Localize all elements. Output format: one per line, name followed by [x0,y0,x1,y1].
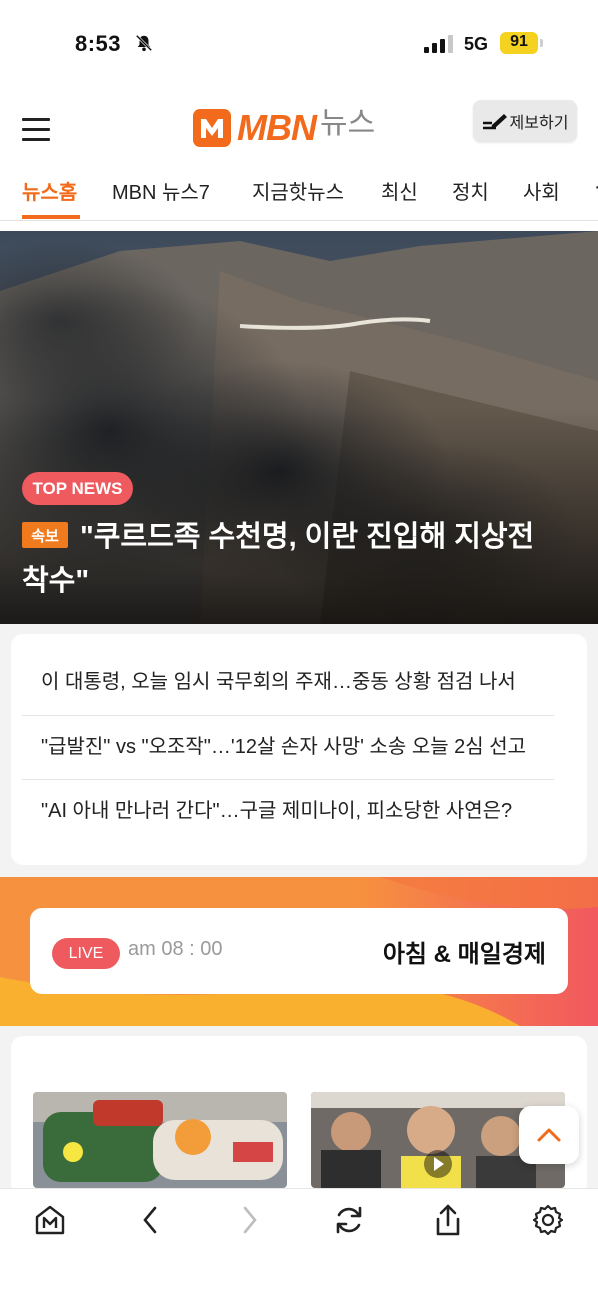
list-item[interactable]: "급발진" vs "오조작"…'12살 손자 사망' 소송 오늘 2심 선고 [22,715,554,779]
logo-mark [193,109,231,147]
home-m-icon [35,1205,65,1235]
forward-button[interactable] [230,1200,270,1240]
back-button[interactable] [130,1200,170,1240]
tab-politics[interactable]: 정치 [452,176,489,205]
live-time: am 08 : 00 [128,938,223,960]
video-thumbnail[interactable] [33,1092,287,1188]
menu-icon[interactable] [22,118,50,144]
tab-more[interactable]: · [594,176,598,199]
pen-icon [482,114,507,130]
logo-sub: 뉴스 [319,107,376,140]
hero-headline[interactable]: "쿠르드족 수천명, 이란 진입해 지상전 착수" [22,515,567,603]
forward-icon [243,1206,257,1234]
back-icon [143,1206,157,1234]
tab-mbn-news7[interactable]: MBN 뉴스7 [112,176,210,205]
status-time: 8:53 [75,31,122,56]
share-icon [436,1204,460,1236]
logo[interactable]: MBN 뉴스 [193,107,375,148]
battery-indicator: 91 [500,32,543,54]
tab-news-home[interactable]: 뉴스홈 [22,176,77,205]
tab-latest[interactable]: 최신 [381,176,418,205]
signal-icon [424,35,453,53]
bell-slash-icon [135,34,153,52]
network-label: 5G [464,34,489,54]
browser-toolbar [0,1188,598,1301]
scroll-to-top-button[interactable] [519,1106,579,1164]
report-label: 제보하기 [509,115,569,132]
home-button[interactable] [30,1200,70,1240]
refresh-button[interactable] [329,1200,369,1240]
logo-text: MBN [237,107,317,148]
live-program-title[interactable]: 아침 & 매일경제 [330,934,546,969]
nav-tabs: 뉴스홈 MBN 뉴스7 지금핫뉴스 최신 정치 사회 · [0,170,598,221]
share-button[interactable] [428,1200,468,1240]
tab-hot-news[interactable]: 지금핫뉴스 [252,176,344,205]
list-item[interactable]: 이 대통령, 오늘 임시 국무회의 주재…중동 상황 점검 나서 [22,650,554,714]
thumbnail-image [33,1092,287,1188]
tab-society[interactable]: 사회 [523,176,560,205]
list-item[interactable]: "AI 아내 만나러 간다"…구글 제미나이, 피소당한 사연은? [22,779,554,843]
battery-level: 91 [510,33,528,50]
refresh-icon [336,1206,362,1234]
live-badge: LIVE [52,938,120,969]
settings-button[interactable] [528,1200,568,1240]
top-news-badge: TOP NEWS [22,472,133,505]
status-bar: 8:53 5G 91 [0,0,598,88]
settings-icon [532,1204,564,1236]
active-tab-indicator [22,215,80,219]
chevron-up-icon [537,1128,561,1142]
report-button[interactable]: 제보하기 [473,100,577,142]
